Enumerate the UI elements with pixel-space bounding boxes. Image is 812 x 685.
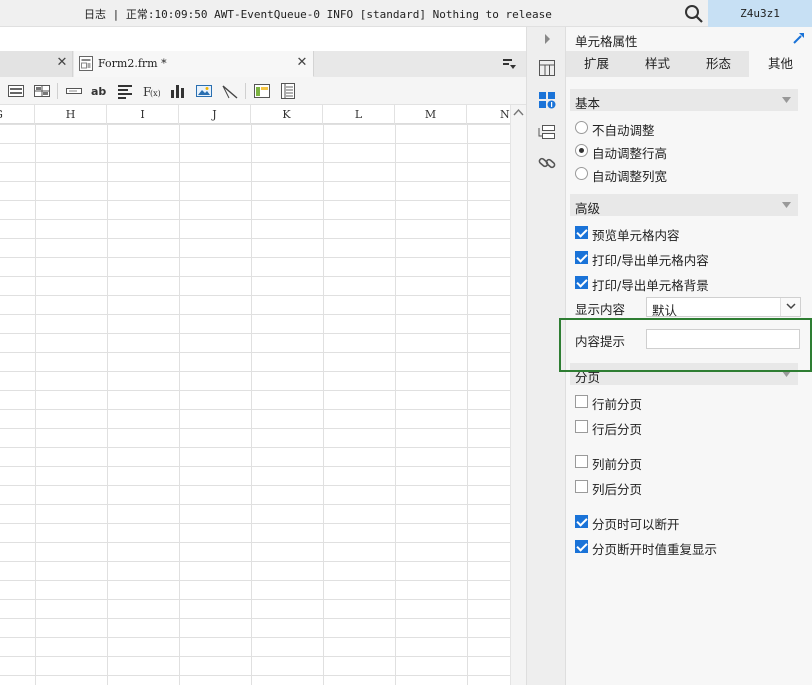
- status-log-text: 日志 | 正常:10:09:50 AWT-EventQueue-0 INFO […: [84, 8, 552, 21]
- checkbox[interactable]: [575, 276, 588, 289]
- section-paging[interactable]: 分页: [570, 363, 798, 385]
- checkbox[interactable]: [575, 515, 588, 528]
- radio-button[interactable]: [575, 121, 588, 134]
- cell-properties-icon[interactable]: [537, 90, 557, 110]
- vertical-scrollbar[interactable]: [510, 105, 526, 685]
- chevron-down-icon[interactable]: [782, 97, 791, 103]
- column-header[interactable]: H: [35, 105, 107, 124]
- tab-style[interactable]: 样式: [627, 51, 688, 77]
- slash-line-icon[interactable]: [221, 82, 239, 100]
- panel-title: 单元格属性: [575, 34, 638, 49]
- section-advanced-label: 高级: [575, 201, 601, 216]
- format-toolbar: ab F (x): [0, 77, 526, 105]
- option-label: 自动调整列宽: [592, 169, 668, 184]
- column-header[interactable]: J: [179, 105, 251, 124]
- split-cells-icon[interactable]: [33, 82, 51, 100]
- radio-button[interactable]: [575, 144, 588, 157]
- option-label: 分页时可以断开: [592, 517, 680, 532]
- cell-element-icon[interactable]: [537, 58, 557, 78]
- table-layout-icon[interactable]: [279, 82, 297, 100]
- chevron-down-icon[interactable]: [782, 202, 791, 208]
- option-label: 打印/导出单元格内容: [592, 253, 709, 268]
- toolbar-separator: [57, 83, 58, 99]
- chevron-down-icon[interactable]: [782, 371, 791, 377]
- svg-text:ab: ab: [91, 85, 106, 98]
- form-document-icon: [79, 56, 93, 71]
- radio-button[interactable]: [575, 167, 588, 180]
- merge-cells-icon[interactable]: [7, 82, 25, 100]
- tab-previous-document[interactable]: ✕: [0, 51, 73, 77]
- checkbox[interactable]: [575, 480, 588, 493]
- column-header-row: G H I J K L M N: [0, 105, 539, 124]
- chevron-down-icon: [786, 303, 796, 310]
- tab-form[interactable]: 形态: [688, 51, 749, 77]
- option-label: 自动调整行高: [592, 146, 668, 161]
- section-paging-label: 分页: [575, 370, 601, 385]
- option-label: 分页断开时值重复显示: [592, 542, 718, 557]
- chart-icon[interactable]: [169, 82, 187, 100]
- cell-properties-panel: 单元格属性 扩展 样式 形态 其他 基本 不自动调整 自动调整行高 自动调整列宽…: [566, 27, 812, 685]
- dropdown-button[interactable]: [780, 298, 800, 316]
- svg-text:(x): (x): [150, 89, 160, 98]
- display-content-label: 显示内容: [575, 302, 626, 317]
- report-editor: ✕ Form2.frm * ✕ ab F (x) H I J K L M N: [0, 27, 539, 685]
- tab-extend[interactable]: 扩展: [566, 51, 627, 77]
- checkbox[interactable]: [575, 251, 588, 264]
- pin-icon[interactable]: [792, 31, 806, 45]
- option-label: 不自动调整: [592, 123, 655, 138]
- collapse-arrow-icon[interactable]: [537, 29, 557, 49]
- text-field-icon[interactable]: [65, 82, 83, 100]
- top-status-bar: 日志 | 正常:10:09:50 AWT-EventQueue-0 INFO […: [0, 0, 812, 27]
- document-tabbar: ✕ Form2.frm * ✕: [0, 51, 526, 77]
- column-header[interactable]: G: [0, 105, 35, 124]
- content-tip-input[interactable]: [646, 329, 800, 349]
- checkbox[interactable]: [575, 226, 588, 239]
- close-icon[interactable]: ✕: [296, 56, 308, 70]
- option-label: 打印/导出单元格背景: [592, 278, 709, 293]
- checkbox[interactable]: [575, 395, 588, 408]
- tab-other[interactable]: 其他: [749, 51, 812, 77]
- option-label: 行后分页: [592, 422, 643, 437]
- image-icon[interactable]: [195, 82, 213, 100]
- sub-report-icon[interactable]: [253, 82, 271, 100]
- scroll-up-icon[interactable]: [513, 107, 524, 118]
- panel-tabs: 扩展 样式 形态 其他: [566, 51, 812, 77]
- display-content-value: 默认: [652, 303, 678, 318]
- toolbar-separator: [245, 83, 246, 99]
- checkbox[interactable]: [575, 540, 588, 553]
- close-icon[interactable]: ✕: [56, 56, 68, 70]
- search-icon[interactable]: [684, 4, 704, 24]
- column-header[interactable]: K: [251, 105, 323, 124]
- section-basic[interactable]: 基本: [570, 89, 798, 111]
- formula-icon[interactable]: F (x): [142, 82, 160, 100]
- spreadsheet-grid[interactable]: [0, 124, 510, 685]
- display-content-select[interactable]: 默认: [646, 297, 801, 318]
- text-style-icon[interactable]: ab: [90, 82, 108, 100]
- hyperlink-icon[interactable]: [537, 153, 557, 173]
- checkbox[interactable]: [575, 420, 588, 433]
- panel-header: 单元格属性: [566, 27, 812, 51]
- option-label: 列前分页: [592, 457, 643, 472]
- tab-list-menu-icon[interactable]: [502, 57, 516, 71]
- condition-attribute-icon[interactable]: [537, 122, 557, 142]
- tab-form2[interactable]: Form2.frm * ✕: [74, 51, 314, 77]
- align-text-icon[interactable]: [116, 82, 134, 100]
- checkbox[interactable]: [575, 455, 588, 468]
- option-label: 行前分页: [592, 397, 643, 412]
- user-account[interactable]: Z4u3z1: [708, 0, 812, 27]
- section-basic-label: 基本: [575, 96, 601, 111]
- column-header[interactable]: L: [323, 105, 395, 124]
- column-header[interactable]: I: [107, 105, 179, 124]
- side-icon-strip: [526, 27, 566, 685]
- column-header[interactable]: M: [395, 105, 467, 124]
- tab-form2-label: Form2.frm *: [98, 57, 167, 70]
- section-advanced[interactable]: 高级: [570, 194, 798, 216]
- option-label: 预览单元格内容: [592, 228, 680, 243]
- content-tip-label: 内容提示: [575, 334, 626, 349]
- option-label: 列后分页: [592, 482, 643, 497]
